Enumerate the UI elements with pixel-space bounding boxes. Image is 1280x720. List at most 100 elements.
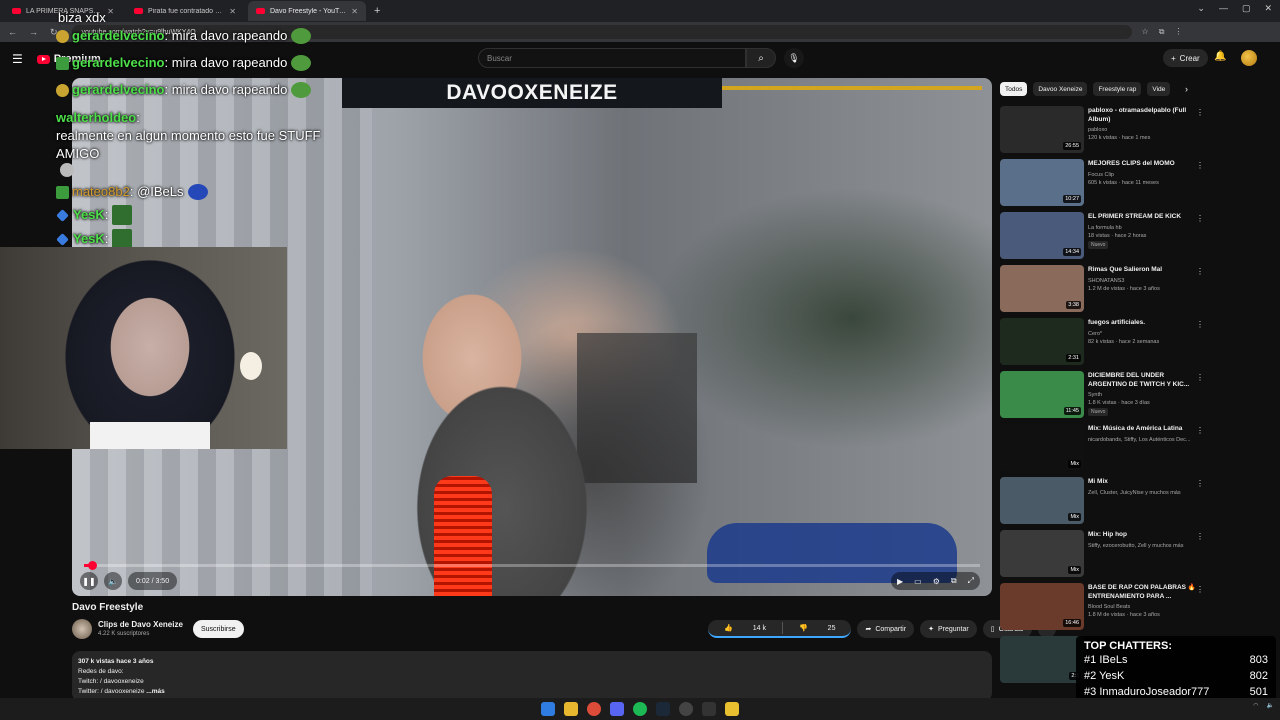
like-button[interactable]: 👍 14 k <box>708 624 782 633</box>
video-thumbnail[interactable]: 16:46 <box>1000 583 1084 630</box>
hamburger-menu-icon[interactable]: ☰ <box>12 52 23 66</box>
progress-bar[interactable] <box>84 561 980 570</box>
recommendation-title[interactable]: DICIEMBRE DEL UNDER ARGENTINO DE TWITCH … <box>1088 372 1198 389</box>
video-thumbnail[interactable]: 2:31 <box>1000 318 1084 365</box>
terminal-icon[interactable] <box>702 702 716 716</box>
recommendation-title[interactable]: Mi Mix <box>1088 478 1198 487</box>
video-thumbnail[interactable]: 26:55 <box>1000 106 1084 153</box>
chevron-down-icon[interactable]: ⌄ <box>1197 3 1205 14</box>
video-description[interactable]: 307 k vistas hace 3 años Redes de davo: … <box>72 651 992 701</box>
search-button[interactable]: ⌕ <box>746 48 776 68</box>
notes-icon[interactable] <box>725 702 739 716</box>
subscribe-button[interactable]: Suscribirse <box>193 620 244 638</box>
recommendation-title[interactable]: fuegos artificiales. <box>1088 319 1198 328</box>
file-explorer-icon[interactable] <box>564 702 578 716</box>
cap-emote-icon <box>187 184 208 200</box>
recommendation-item[interactable]: 14:34 EL PRIMER STREAM DE KICK La formula … <box>1000 210 1210 263</box>
wifi-icon[interactable]: ◠ <box>1253 702 1258 709</box>
recommendation-title[interactable]: Rimas Que Salieron Mal <box>1088 266 1198 275</box>
recommendation-title[interactable]: Mix: Hip hop <box>1088 531 1198 540</box>
back-icon[interactable]: ← <box>8 27 17 38</box>
recommendation-item[interactable]: 26:55 pabloxo - otramasdelpablo (Full Alb… <box>1000 104 1210 157</box>
video-thumbnail[interactable]: Mix <box>1000 530 1084 577</box>
chip-davoo-xeneize[interactable]: Davoo Xeneize <box>1033 82 1088 96</box>
extension-icon[interactable]: ⧉ <box>1159 27 1165 37</box>
pepe-emote-icon <box>291 55 312 71</box>
more-options-icon[interactable]: ⋮ <box>1196 320 1204 329</box>
discord-icon[interactable] <box>610 702 624 716</box>
video-frame-streamer <box>322 248 682 596</box>
maximize-icon[interactable]: ▢ <box>1242 3 1251 14</box>
fullscreen-icon[interactable]: ⤢ <box>968 576 974 586</box>
settings-gear-icon[interactable]: ⚙ <box>933 577 940 586</box>
windows-start-icon[interactable] <box>541 702 555 716</box>
avatar[interactable] <box>1241 50 1257 66</box>
recommendation-item[interactable]: 16:46 BASE DE RAP CON PALABRAS 🔥 ENTRENAM… <box>1000 581 1210 634</box>
more-options-icon[interactable]: ⋮ <box>1196 479 1204 488</box>
spotify-icon[interactable] <box>633 702 647 716</box>
recommendation-title[interactable]: EL PRIMER STREAM DE KICK <box>1088 213 1198 222</box>
video-thumbnail[interactable]: Mix <box>1000 424 1084 471</box>
close-window-icon[interactable]: ✕ <box>1264 3 1272 14</box>
more-options-icon[interactable]: ⋮ <box>1196 532 1204 541</box>
channel-name[interactable]: Clips de Davo Xeneize <box>98 620 183 629</box>
recommendation-title[interactable]: BASE DE RAP CON PALABRAS 🔥 ENTRENAMIENTO… <box>1088 584 1198 601</box>
notifications-bell-icon[interactable]: 🔔 <box>1214 51 1226 62</box>
progress-scrubber[interactable] <box>88 561 98 570</box>
more-options-icon[interactable]: ⋮ <box>1196 373 1204 382</box>
chip-todos[interactable]: Todos <box>1000 82 1028 96</box>
recommendation-item[interactable]: 3:38 Rimas Que Salieron Mal SHONATANS3 1.2 … <box>1000 263 1210 316</box>
video-thumbnail[interactable]: 2:3 <box>1000 636 1084 683</box>
recommendation-title[interactable]: pabloxo - otramasdelpablo (Full Album) <box>1088 107 1198 124</box>
recommendation-title[interactable]: Mix: Música de América Latina <box>1088 425 1198 434</box>
recommendation-item[interactable]: Mix Mix: Música de América Latina nicardob… <box>1000 422 1210 475</box>
forward-icon[interactable]: → <box>29 27 38 38</box>
video-thumbnail[interactable]: 11:45 <box>1000 371 1084 418</box>
miniplayer-icon[interactable]: ⧉ <box>951 576 957 586</box>
dislike-button[interactable]: 👎 25 <box>783 624 852 633</box>
video-thumbnail[interactable]: 3:38 <box>1000 265 1084 312</box>
search-input[interactable]: Buscar <box>478 48 746 68</box>
subtitles-icon[interactable]: ▭ <box>914 577 922 586</box>
recommendation-title[interactable]: MEJORES CLIPS del MOMO <box>1088 160 1198 169</box>
chip-freestyle-rap[interactable]: Freestyle rap <box>1093 82 1142 96</box>
more-options-icon[interactable]: ⋮ <box>1196 108 1204 117</box>
autoplay-icon[interactable]: ▶ <box>897 577 903 586</box>
microphone-icon: 🎙 <box>788 52 800 63</box>
voice-search-button[interactable]: 🎙 <box>784 48 804 68</box>
ask-button[interactable]: ✦ Preguntar <box>920 620 977 638</box>
chat-badge-icon <box>56 185 69 199</box>
more-options-icon[interactable]: ⋮ <box>1196 214 1204 223</box>
show-more-link[interactable]: ...más <box>146 688 164 695</box>
share-button[interactable]: ➦ Compartir <box>857 620 915 638</box>
volume-button[interactable]: 🔈 <box>104 572 122 590</box>
speaker-icon[interactable]: 🔈 <box>1267 702 1274 709</box>
create-button[interactable]: + Crear <box>1163 49 1208 67</box>
more-options-icon[interactable]: ⋮ <box>1196 426 1204 435</box>
chat-top-text: biza xdx <box>58 10 106 25</box>
chip-videos[interactable]: Vide <box>1147 82 1171 96</box>
recommendation-item[interactable]: Mix Mix: Hip hop Stiffy, ezocerobutto, Zel… <box>1000 528 1210 581</box>
video-thumbnail[interactable]: 14:34 <box>1000 212 1084 259</box>
minimize-icon[interactable]: — <box>1219 3 1228 14</box>
video-thumbnail[interactable]: 10:27 <box>1000 159 1084 206</box>
recommendation-item[interactable]: 2:31 fuegos artificiales. Cero* 82 k vistas… <box>1000 316 1210 369</box>
recommendation-item[interactable]: Mix Mi Mix Zell, Cluster, JuicyNise y much… <box>1000 475 1210 528</box>
more-options-icon[interactable]: ⋮ <box>1196 161 1204 170</box>
youtube-logo-icon <box>36 54 50 64</box>
new-tab-icon[interactable]: + <box>374 5 380 17</box>
pause-button[interactable]: ❚❚ <box>80 572 98 590</box>
channel-avatar[interactable] <box>72 619 92 639</box>
recommendation-item[interactable]: 11:45 DICIEMBRE DEL UNDER ARGENTINO DE TW… <box>1000 369 1210 422</box>
video-thumbnail[interactable]: Mix <box>1000 477 1084 524</box>
more-options-icon[interactable]: ⋮ <box>1196 585 1204 594</box>
more-options-icon[interactable]: ⋮ <box>1196 267 1204 276</box>
star-icon[interactable]: ☆ <box>1142 27 1149 37</box>
chevron-right-icon[interactable]: › <box>1185 84 1188 94</box>
menu-icon[interactable]: ⋮ <box>1174 27 1182 37</box>
chrome-icon[interactable] <box>587 702 601 716</box>
recommendation-item[interactable]: 10:27 MEJORES CLIPS del MOMO Focus Clip 605… <box>1000 157 1210 210</box>
app-icon[interactable] <box>679 702 693 716</box>
steam-icon[interactable] <box>656 702 670 716</box>
subscriber-count: 4.22 K suscriptores <box>98 631 150 637</box>
